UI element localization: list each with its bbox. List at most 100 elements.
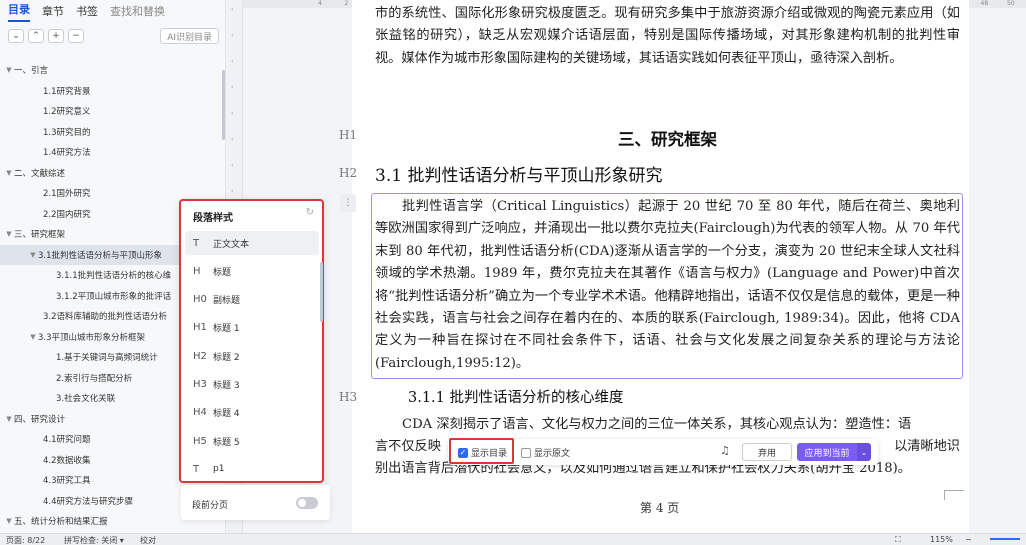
ruler-mark: 2 [344,0,349,7]
column-tick: ‹ [231,188,234,195]
apply-current-button[interactable]: 应用到当前 [797,443,857,461]
paragraph-style-item[interactable]: H2 标题 2 [185,344,319,368]
style-glyph-icon: H1 [193,322,207,334]
paragraph-style-label: 副标题 [213,296,241,307]
paragraph-style-item[interactable]: H 标题 [185,259,319,283]
checkbox-unchecked-icon [521,447,531,458]
outline-item-label: 1.基于关键词与高频词统计 [56,353,158,364]
chevron-down-icon[interactable]: ▼ [28,251,38,259]
paragraph-style-label: 标题 1 [213,324,240,335]
zoom-out-icon[interactable]: − [965,535,972,544]
fit-screen-icon[interactable]: ⛶ [895,535,901,545]
chevron-down-icon[interactable]: ▼ [4,517,14,525]
outline-item-label: 2.1国外研究 [43,189,91,200]
paragraph-style-popup: 段落样式 ↻ T 正文文本 H 标题 H0 副标题 H1 标题 1 H2 标题 2 H3 标题 3 H4… [179,199,324,483]
ruler-mark: 4 [318,0,322,7]
chevron-down-icon[interactable]: ▼ [4,66,14,74]
style-glyph-icon: H2 [193,350,207,362]
paragraph-style-item[interactable]: Tp1 [185,457,319,481]
paragraph-bottom-line1[interactable]: CDA 深刻揭示了语言、文化与权力之间的三位一体关系，其核心观点认为：塑造性：语 [375,414,960,436]
nav-tabs: 目录 章节 书签 查找和替换 [0,0,225,22]
popup-scrollbar[interactable] [320,262,323,322]
chevron-down-icon[interactable]: ▼ [4,415,14,423]
column-tick: ‹ [231,32,234,39]
abandon-button[interactable]: 弃用 [742,443,792,461]
refresh-icon[interactable]: ↻ [306,207,314,218]
paragraph-style-item[interactable]: H4 标题 4 [185,401,319,425]
chevron-down-icon[interactable]: ▼ [28,333,38,341]
spell-check-menu[interactable]: 拼写检查: 关闭 ▾ [64,535,124,545]
proofread-button[interactable]: 校对 [140,535,156,545]
ai-detect-toc-button[interactable]: AI识别目录 [160,28,219,44]
outline-item[interactable]: 1.2研究意义 [0,101,226,122]
outline-item[interactable]: 1.4研究方法 [0,142,226,163]
outline-item[interactable]: 1.1研究背景 [0,81,226,102]
heading-1[interactable]: 三、研究框架 [375,126,960,150]
paragraph-style-label: 标题 5 [213,437,240,448]
remove-icon[interactable]: − [68,29,84,43]
outline-item-label: 1.3研究目的 [43,127,91,138]
outline-item-label: 三、研究框架 [14,230,66,241]
chevron-down-icon[interactable]: ⌄ [857,443,871,461]
tab-chapters[interactable]: 章节 [42,3,64,22]
outline-item[interactable]: ▼ 二、文献综述 [0,163,226,184]
outline-item-label: 2.索引行与搭配分析 [56,373,133,384]
popup-title: 段落样式 [193,213,233,224]
outline-item-label: 1.1研究背景 [43,86,91,97]
column-tick: ‹ [231,110,234,117]
apply-current-label: 应用到当前 [804,448,850,459]
paragraph-style-label: 标题 4 [213,409,240,420]
tab-bookmarks[interactable]: 书签 [76,3,98,22]
style-glyph-icon: H [193,265,201,277]
show-original-checkbox[interactable]: 显示原文 [521,446,570,459]
paragraph-style-label: 标题 [213,267,232,278]
outline-item-label: 1.4研究方法 [43,148,91,159]
outline-toolbar: ⌄ ⌃ + − AI识别目录 [0,22,225,50]
zoom-slider[interactable] [990,538,1020,540]
outline-item-label: 3.2语料库辅助的批判性话语分析 [43,312,168,323]
collapse-down-icon[interactable]: ⌄ [8,29,24,43]
outline-item-label: 3.1批判性话语分析与平顶山形象 [38,250,163,261]
expand-up-icon[interactable]: ⌃ [28,29,44,43]
paragraph-style-item[interactable]: H3 标题 3 [185,373,319,397]
chevron-down-icon[interactable]: ▼ [4,230,14,238]
column-tick: ‹ [231,136,234,143]
paragraph-bottom-line2-end[interactable]: 以清晰地识 [880,436,960,458]
outline-item-label: 二、文献综述 [14,168,66,179]
headphones-icon[interactable]: ♫ [720,444,730,457]
style-glyph-icon: H0 [193,294,207,306]
heading-2[interactable]: 3.1 批判性话语分析与平顶山形象研究 [375,161,662,186]
outline-item-label: 1.2研究意义 [43,107,91,118]
drag-handle-icon[interactable]: ⋮ [340,194,356,212]
column-tick: ‹ [231,162,234,169]
paragraph-main[interactable]: 批判性语言学（Critical Linguistics）起源于 20 世纪 70… [375,196,960,375]
outline-item-label: 4.4研究方法与研究步骤 [43,496,134,507]
paragraph-style-item[interactable]: H5 标题 5 [185,429,319,453]
paragraph-style-item[interactable]: H1 标题 1 [185,316,319,340]
page-break-toggle[interactable] [296,497,318,509]
outline-item[interactable]: 1.3研究目的 [0,122,226,143]
outline-item-label: 2.2国内研究 [43,209,91,220]
paragraph-style-label: 标题 2 [213,352,240,363]
outline-scrollbar[interactable] [222,70,225,140]
column-tick: ‹ [231,84,234,91]
highlight-frame [449,438,514,464]
add-icon[interactable]: + [48,29,64,43]
outline-item[interactable]: ▼ 一、引言 [0,60,226,81]
column-tick: ‹ [231,58,234,65]
tab-toc[interactable]: 目录 [8,1,30,22]
paragraph-style-item[interactable]: T 正文文本 [185,231,319,255]
show-original-label: 显示原文 [534,449,571,459]
tab-find-replace[interactable]: 查找和替换 [110,3,165,22]
style-glyph-icon: H4 [193,407,207,419]
outline-item-label: 四、研究设计 [14,414,66,425]
chevron-down-icon[interactable]: ▼ [4,169,14,177]
outline-item-label: 4.3研究工具 [43,476,91,487]
paragraph-top[interactable]: 市的系统性、国际化形象研究极度匮乏。现有研究多集中于旅游资源介绍或微观的陶瓷元素… [375,3,960,70]
paragraph-style-item[interactable]: H0 副标题 [185,288,319,312]
paragraph-bottom-line2-start[interactable]: 言不仅反映 [375,436,455,458]
heading-level-marker: H1 [339,128,358,142]
paragraph-style-label: p1 [213,464,225,475]
status-bar: 页面: 8/22 拼写检查: 关闭 ▾ 校对 ⛶ 115% − [0,533,1026,545]
heading-3[interactable]: 3.1.1 批判性话语分析的核心维度 [408,386,624,407]
